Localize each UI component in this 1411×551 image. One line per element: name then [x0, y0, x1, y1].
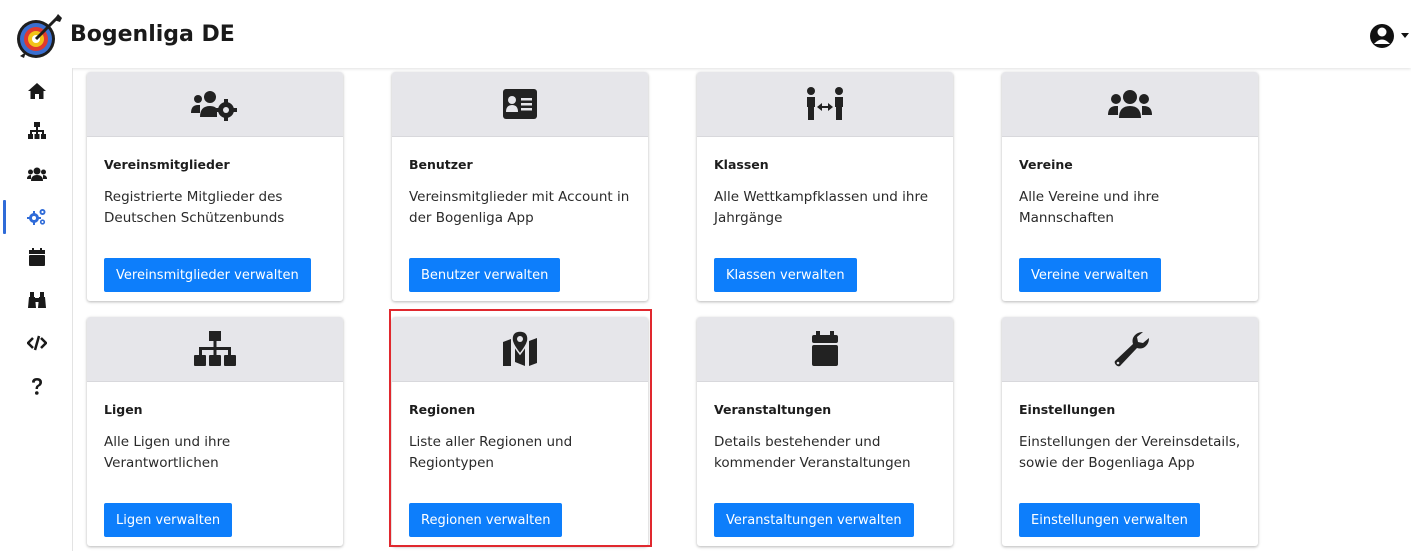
sitemap-icon: [194, 331, 236, 366]
card-title: Regionen: [409, 402, 476, 417]
people-arrows-icon: [807, 87, 843, 120]
vereine-verwalten-button[interactable]: Vereine verwalten: [1019, 258, 1161, 292]
map-marked-icon: [503, 330, 537, 366]
card-description: Details bestehender und kommender Verans…: [714, 434, 911, 471]
wrench-icon: [1114, 332, 1149, 367]
card-title: Vereine: [1019, 157, 1073, 172]
card-regionen: Regionen Liste aller Regionen und Region…: [392, 317, 648, 546]
card-ligen: Ligen Alle Ligen und ihre Verantwortlich…: [87, 317, 343, 546]
calendar-icon: [28, 248, 45, 266]
card-header: [1002, 72, 1258, 137]
sidebar-item-code[interactable]: [0, 326, 73, 360]
card-header: [392, 72, 648, 137]
cogs-icon: [26, 209, 45, 225]
card-header: [392, 317, 648, 382]
home-icon: [27, 83, 46, 99]
card-description: Alle Wettkampfklassen und ihre Jahrgänge: [714, 189, 929, 226]
regionen-verwalten-button[interactable]: Regionen verwalten: [409, 503, 563, 537]
calendar-icon: [812, 331, 838, 366]
card-vereinsmitglieder: Vereinsmitglieder Registrierte Mitgliede…: [87, 72, 343, 301]
card-header: [1002, 317, 1258, 382]
users-icon: [1108, 90, 1152, 118]
card-header: [697, 72, 953, 137]
sidebar-item-home[interactable]: [0, 74, 73, 108]
ligen-verwalten-button[interactable]: Ligen verwalten: [104, 503, 233, 537]
id-card-icon: [503, 89, 537, 119]
user-circle-icon: [1370, 24, 1409, 48]
card-description: Vereinsmitglieder mit Account in der Bog…: [409, 189, 630, 226]
card-header: [697, 317, 953, 382]
card-description: Einstellungen der Vereinsdetails, sowie …: [1019, 434, 1241, 471]
users-icon: [26, 167, 47, 181]
sidebar-item-suche[interactable]: [0, 283, 73, 317]
card-header: [87, 317, 343, 382]
sidebar-item-kalender[interactable]: [0, 240, 73, 274]
card-title: Einstellungen: [1019, 402, 1116, 417]
card-description: Alle Vereine und ihre Mannschaften: [1019, 189, 1160, 226]
card-title: Ligen: [104, 402, 143, 417]
card-einstellungen: Einstellungen Einstellungen der Vereinsd…: [1002, 317, 1258, 546]
question-icon: [31, 378, 42, 395]
card-title: Klassen: [714, 157, 769, 172]
card-description: Alle Ligen und ihre Verantwortlichen: [104, 434, 231, 471]
sidebar-item-vereine[interactable]: [0, 157, 73, 191]
archery-target-logo-icon[interactable]: [14, 12, 64, 62]
sidebar-nav: [0, 68, 73, 551]
benutzer-verwalten-button[interactable]: Benutzer verwalten: [409, 258, 561, 292]
sidebar-item-verwaltung[interactable]: [0, 200, 73, 234]
vereinsmitglieder-verwalten-button[interactable]: Vereinsmitglieder verwalten: [104, 258, 311, 292]
card-vereine: Vereine Alle Vereine und ihre Mannschaft…: [1002, 72, 1258, 301]
klassen-verwalten-button[interactable]: Klassen verwalten: [714, 258, 857, 292]
card-veranstaltungen: Veranstaltungen Details bestehender und …: [697, 317, 953, 546]
card-description: Registrierte Mitglieder des Deutschen Sc…: [104, 189, 285, 226]
card-klassen: Klassen Alle Wettkampfklassen und ihre J…: [697, 72, 953, 301]
sidebar-item-hilfe[interactable]: [0, 369, 73, 403]
user-menu-dropdown[interactable]: [1368, 22, 1411, 50]
users-cog-icon: [191, 91, 237, 121]
binoculars-icon: [27, 292, 46, 308]
top-navbar: Bogenliga DE: [0, 0, 1411, 68]
code-icon: [26, 335, 47, 351]
app-brand-title[interactable]: Bogenliga DE: [70, 22, 235, 47]
veranstaltungen-verwalten-button[interactable]: Veranstaltungen verwalten: [714, 503, 914, 537]
sidebar-item-ligen[interactable]: [0, 114, 73, 148]
card-benutzer: Benutzer Vereinsmitglieder mit Account i…: [392, 72, 648, 301]
card-title: Veranstaltungen: [714, 402, 832, 417]
card-description: Liste aller Regionen und Regiontypen: [409, 434, 573, 471]
card-header: [87, 72, 343, 137]
card-title: Benutzer: [409, 157, 473, 172]
einstellungen-verwalten-button[interactable]: Einstellungen verwalten: [1019, 503, 1200, 537]
sitemap-icon: [27, 122, 46, 139]
card-title: Vereinsmitglieder: [104, 157, 230, 172]
